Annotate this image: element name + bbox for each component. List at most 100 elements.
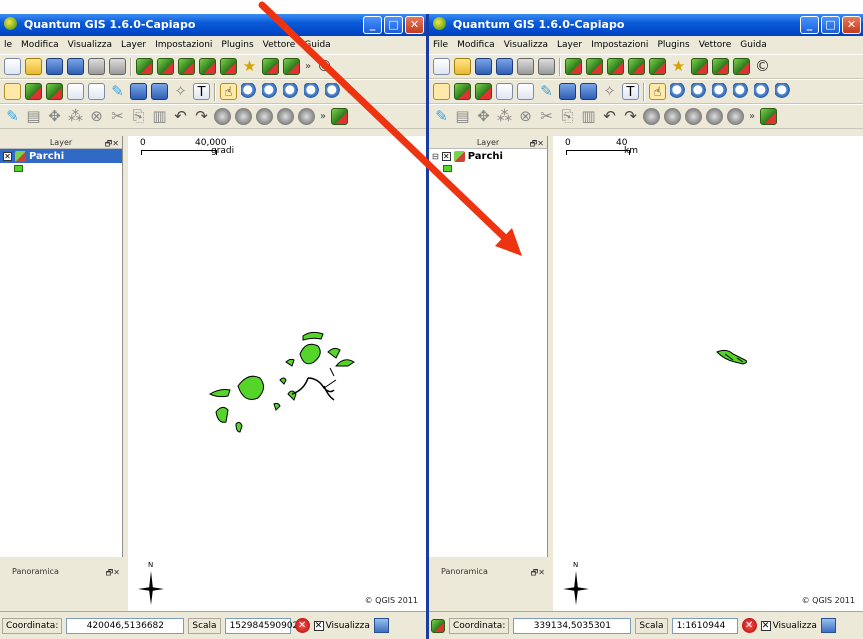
menu-vettore[interactable]: Vettore — [263, 36, 296, 54]
menu-impostazioni[interactable]: Impostazioni — [155, 36, 212, 54]
pan-icon[interactable]: ☝ — [649, 83, 666, 100]
new-layer-star-icon[interactable]: ★ — [670, 58, 687, 75]
scale-field[interactable]: 152984590902 — [224, 617, 298, 634]
annotation-icon[interactable]: ✎ — [538, 83, 555, 100]
node-tool-icon[interactable]: ⁂ — [496, 108, 513, 125]
print-icon[interactable] — [538, 58, 555, 75]
menu-visualizza[interactable]: Visualizza — [68, 36, 112, 54]
text-annotation-icon[interactable]: T — [193, 83, 210, 100]
toggle-overview-icon[interactable] — [431, 618, 445, 633]
menu-vettore[interactable]: Vettore — [699, 36, 732, 54]
toggle-editing-icon[interactable]: ✎ — [4, 108, 21, 125]
zoom-layer-icon[interactable] — [304, 83, 321, 100]
simplify-icon[interactable] — [214, 108, 231, 125]
text-annotation-icon[interactable]: T — [622, 83, 639, 100]
zoom-full-icon[interactable] — [712, 83, 729, 100]
menu-plugins[interactable]: Plugins — [221, 36, 253, 54]
minimize-button[interactable]: _ — [363, 16, 382, 34]
menu-modifica[interactable]: Modifica — [21, 36, 59, 54]
zoom-layer-icon[interactable] — [733, 83, 750, 100]
menu-plugins[interactable]: Plugins — [657, 36, 689, 54]
title-bar[interactable]: Quantum GIS 1.6.0-Capiapo _ □ ✕ — [0, 14, 426, 36]
select-icon[interactable] — [25, 83, 42, 100]
zoom-selection-icon[interactable] — [754, 83, 771, 100]
dock-buttons[interactable]: 🗗✕ — [105, 137, 119, 150]
menu-guida[interactable]: Guida — [740, 36, 766, 54]
zoom-in-icon[interactable] — [241, 83, 258, 100]
print-icon[interactable] — [109, 58, 126, 75]
add-delimited-layer-icon[interactable] — [733, 58, 750, 75]
coordinate-label[interactable]: Coordinata: — [2, 617, 63, 634]
coordinate-field[interactable]: 420046,5136682 — [66, 617, 185, 634]
move-feature-icon[interactable]: ✥ — [475, 108, 492, 125]
paste-features-icon[interactable]: ▥ — [580, 108, 597, 125]
map-tips-icon[interactable] — [559, 83, 576, 100]
delete-selected-icon[interactable]: ⊗ — [88, 108, 105, 125]
map-canvas[interactable]: 0 40,000 gradi N © QGIS 2011 — [128, 136, 426, 611]
redo-icon[interactable]: ↷ — [193, 108, 210, 125]
add-postgis-layer-icon[interactable] — [178, 58, 195, 75]
scale-field[interactable]: 1:1610944 — [671, 617, 738, 634]
menu-modifica[interactable]: Modifica — [457, 36, 495, 54]
paste-features-icon[interactable]: ▥ — [151, 108, 168, 125]
close-button[interactable]: ✕ — [842, 16, 861, 34]
toggle-editing-icon[interactable]: ✎ — [433, 108, 450, 125]
measure-icon[interactable] — [517, 83, 534, 100]
maximize-button[interactable]: □ — [384, 16, 403, 34]
save-project-icon[interactable] — [46, 58, 63, 75]
add-spatialite-layer-icon[interactable] — [628, 58, 645, 75]
menu-impostazioni[interactable]: Impostazioni — [591, 36, 648, 54]
dock-buttons[interactable]: 🗗✕ — [106, 566, 120, 579]
label-icon[interactable]: ✧ — [601, 83, 618, 100]
attribute-table-icon[interactable] — [67, 83, 84, 100]
layer-visibility-checkbox[interactable]: ✕ — [441, 151, 451, 161]
deselect-icon[interactable] — [475, 83, 492, 100]
new-project-icon[interactable] — [4, 58, 21, 75]
plugin-icon[interactable] — [760, 108, 777, 125]
layer-visibility-checkbox[interactable]: ✕ — [3, 151, 12, 161]
toolbar-more-icon[interactable]: » — [748, 108, 756, 125]
dock-buttons[interactable]: 🗗✕ — [530, 137, 544, 150]
save-as-icon[interactable] — [67, 58, 84, 75]
zoom-out-icon[interactable] — [691, 83, 708, 100]
add-part-icon[interactable] — [256, 108, 273, 125]
minimize-button[interactable]: _ — [800, 16, 819, 34]
toolbar-more-icon[interactable]: » — [346, 83, 354, 100]
copyright-plugin-icon[interactable]: © — [754, 58, 771, 75]
layer-item-parchi[interactable]: ✕ Parchi — [0, 149, 122, 163]
identify-icon[interactable] — [433, 83, 450, 100]
plugin-icon[interactable] — [331, 108, 348, 125]
menu-file[interactable]: le — [4, 36, 12, 54]
add-wfs-layer-icon[interactable] — [712, 58, 729, 75]
menu-visualizza[interactable]: Visualizza — [504, 36, 548, 54]
collapse-icon[interactable]: ⊟ — [432, 152, 439, 161]
cut-features-icon[interactable]: ✂ — [538, 108, 555, 125]
add-wms-layer-icon[interactable] — [220, 58, 237, 75]
save-edits-icon[interactable]: ▤ — [454, 108, 471, 125]
zoom-selection-icon[interactable] — [325, 83, 342, 100]
render-checkbox-box[interactable]: ✕ — [313, 620, 324, 631]
add-wfs-layer-icon[interactable] — [283, 58, 300, 75]
menu-layer[interactable]: Layer — [121, 36, 146, 54]
close-button[interactable]: ✕ — [405, 16, 424, 34]
save-edits-icon[interactable]: ▤ — [25, 108, 42, 125]
open-project-icon[interactable] — [25, 58, 42, 75]
menu-guida[interactable]: Guida — [304, 36, 330, 54]
bookmark-icon[interactable] — [151, 83, 168, 100]
map-canvas[interactable]: 0 40 km N © QGIS 2011 — [553, 136, 863, 611]
add-part-icon[interactable] — [685, 108, 702, 125]
stop-render-icon[interactable]: ✕ — [294, 618, 310, 633]
add-vector-layer-icon[interactable] — [565, 58, 582, 75]
select-icon[interactable] — [454, 83, 471, 100]
print-composer-icon[interactable] — [88, 58, 105, 75]
save-project-icon[interactable] — [475, 58, 492, 75]
add-raster-layer-icon[interactable] — [157, 58, 174, 75]
simplify-icon[interactable] — [643, 108, 660, 125]
coordinate-field[interactable]: 339134,5035301 — [513, 617, 632, 634]
redo-icon[interactable]: ↷ — [622, 108, 639, 125]
toolbar-more-icon[interactable]: » — [319, 108, 327, 125]
annotation-icon[interactable]: ✎ — [109, 83, 126, 100]
coordinate-label[interactable]: Coordinata: — [449, 617, 510, 634]
new-layer-star-icon[interactable]: ★ — [241, 58, 258, 75]
cut-features-icon[interactable]: ✂ — [109, 108, 126, 125]
